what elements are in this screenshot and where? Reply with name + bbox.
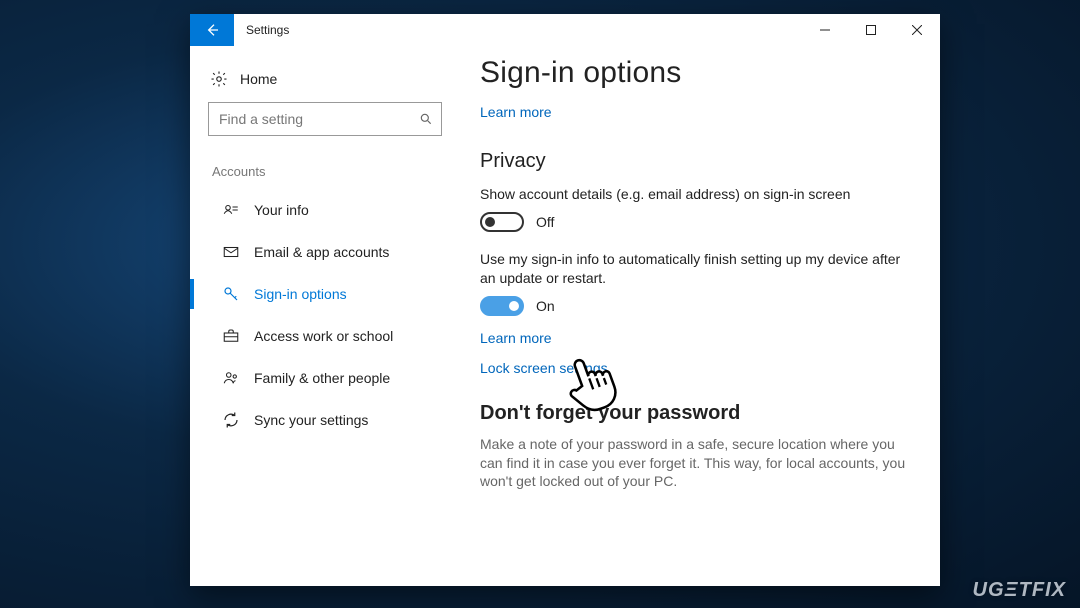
maximize-button[interactable]	[848, 14, 894, 46]
maximize-icon	[866, 25, 876, 35]
search-input[interactable]: Find a setting	[208, 102, 442, 136]
close-button[interactable]	[894, 14, 940, 46]
app-title: Settings	[234, 14, 301, 46]
sidebar-item-signin-options[interactable]: Sign-in options	[208, 273, 442, 315]
search-icon	[419, 112, 433, 126]
sidebar-item-your-info[interactable]: Your info	[208, 189, 442, 231]
sidebar-item-label: Access work or school	[254, 328, 393, 344]
section-label: Accounts	[208, 164, 442, 179]
privacy-toggle-1-state: Off	[536, 214, 554, 230]
toggle-knob	[485, 217, 495, 227]
toggle-knob	[509, 301, 519, 311]
close-icon	[912, 25, 922, 35]
mail-icon	[222, 243, 240, 261]
gear-icon	[210, 70, 228, 88]
person-card-icon	[222, 201, 240, 219]
privacy-setting-2-label: Use my sign-in info to automatically fin…	[480, 250, 912, 288]
titlebar: Settings	[190, 14, 940, 46]
sidebar-item-label: Sync your settings	[254, 412, 368, 428]
privacy-toggle-account-details[interactable]	[480, 212, 524, 232]
home-label: Home	[240, 71, 277, 87]
sidebar-item-label: Your info	[254, 202, 309, 218]
learn-more-link-top[interactable]: Learn more	[480, 104, 552, 120]
search-placeholder: Find a setting	[219, 111, 419, 127]
sidebar: Home Find a setting Accounts Your info E…	[190, 46, 460, 586]
lock-screen-settings-link[interactable]: Lock screen settings	[480, 360, 912, 376]
sidebar-item-work-school[interactable]: Access work or school	[208, 315, 442, 357]
home-nav[interactable]: Home	[208, 64, 442, 102]
sidebar-item-family[interactable]: Family & other people	[208, 357, 442, 399]
sidebar-item-label: Email & app accounts	[254, 244, 389, 260]
forget-password-body: Make a note of your password in a safe, …	[480, 435, 912, 492]
briefcase-icon	[222, 327, 240, 345]
settings-window: Settings Home Find a setting Accounts	[190, 14, 940, 586]
back-button[interactable]	[190, 14, 234, 46]
content-area: Home Find a setting Accounts Your info E…	[190, 46, 940, 586]
learn-more-link-privacy[interactable]: Learn more	[480, 330, 912, 346]
privacy-setting-1-label: Show account details (e.g. email address…	[480, 185, 912, 204]
privacy-heading: Privacy	[480, 150, 912, 173]
sidebar-item-label: Sign-in options	[254, 286, 347, 302]
people-icon	[222, 369, 240, 387]
minimize-icon	[820, 25, 830, 35]
privacy-toggle-2-state: On	[536, 298, 555, 314]
sidebar-item-label: Family & other people	[254, 370, 390, 386]
watermark: UGΞTFIX	[973, 579, 1066, 602]
privacy-toggle-auto-signin[interactable]	[480, 296, 524, 316]
sync-icon	[222, 411, 240, 429]
key-icon	[222, 285, 240, 303]
minimize-button[interactable]	[802, 14, 848, 46]
arrow-left-icon	[204, 22, 220, 38]
nav-list: Your info Email & app accounts Sign-in o…	[208, 189, 442, 441]
sidebar-item-sync[interactable]: Sync your settings	[208, 399, 442, 441]
forget-password-heading: Don't forget your password	[480, 402, 912, 425]
main-panel: Sign-in options Learn more Privacy Show …	[460, 46, 940, 586]
sidebar-item-email-accounts[interactable]: Email & app accounts	[208, 231, 442, 273]
page-title: Sign-in options	[480, 56, 912, 104]
